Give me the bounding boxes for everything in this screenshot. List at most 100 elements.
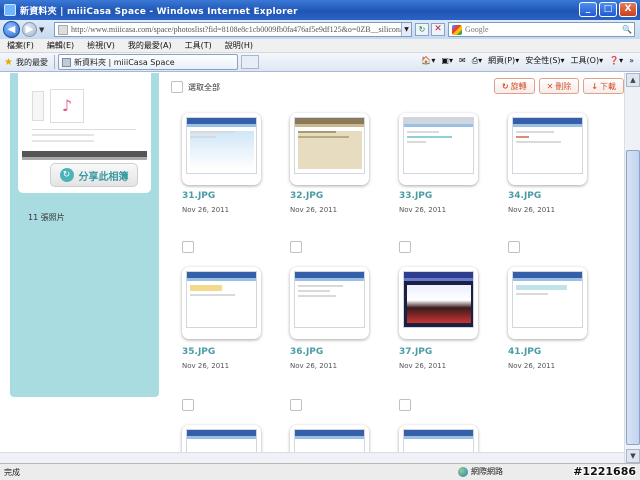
photo-date: Nov 26, 2011 bbox=[182, 362, 230, 370]
photo-thumbnail[interactable] bbox=[290, 267, 369, 339]
album-preview-card: ♪ ↻ 分享此相簿 bbox=[18, 73, 151, 193]
page-menu[interactable]: 網頁(P) ▾ bbox=[488, 55, 519, 66]
close-button[interactable]: X bbox=[619, 2, 637, 17]
select-all-label: 選取全部 bbox=[188, 82, 220, 92]
rotate-label: 旋轉 bbox=[510, 81, 527, 91]
photo-checkbox[interactable] bbox=[182, 241, 194, 253]
favorites-star-icon[interactable]: ★ bbox=[4, 57, 13, 68]
address-bar[interactable]: http://www.miiicasa.com/space/photoslist… bbox=[54, 22, 412, 37]
photo-filename[interactable]: 31.JPG bbox=[182, 191, 215, 201]
photo-thumbnail[interactable] bbox=[508, 113, 587, 185]
print-icon[interactable]: ⎙▾ bbox=[472, 56, 482, 66]
page-icon bbox=[58, 24, 68, 35]
menu-file[interactable]: 檔案(F) bbox=[0, 40, 40, 51]
photo-checkbox[interactable] bbox=[182, 399, 194, 411]
back-arrow-icon[interactable]: ◀ bbox=[3, 21, 20, 38]
rotate-icon: ↻ bbox=[501, 81, 509, 91]
scrollbar-thumb[interactable] bbox=[626, 150, 640, 445]
share-album-button[interactable]: ↻ 分享此相簿 bbox=[50, 163, 138, 187]
forward-arrow-icon[interactable]: ▶ bbox=[22, 22, 37, 37]
favorites-bar: ★ 我的最愛 新資料夾 | miiiCasa Space 🏠▾ ▣▾ ✉ ⎙▾ … bbox=[0, 53, 640, 72]
minimize-button[interactable]: _ bbox=[579, 2, 597, 17]
photo-thumbnail[interactable] bbox=[399, 267, 478, 339]
search-input[interactable] bbox=[465, 25, 615, 34]
photo-date: Nov 26, 2011 bbox=[399, 362, 447, 370]
photo-actions: ↻ 旋轉 ✕ 刪除 ↓ 下載 bbox=[490, 78, 624, 94]
delete-label: 刪除 bbox=[555, 81, 572, 91]
favorites-label[interactable]: 我的最愛 bbox=[16, 57, 48, 68]
scroll-down-icon[interactable]: ▼ bbox=[626, 449, 640, 463]
address-toolbar: ◀ ▶ ▼ http://www.miiicasa.com/space/phot… bbox=[0, 20, 640, 39]
tools-menu-label: 工具(O) bbox=[570, 56, 600, 65]
divider bbox=[53, 55, 55, 69]
new-tab-button[interactable] bbox=[240, 55, 259, 69]
select-all-checkbox[interactable] bbox=[171, 81, 183, 93]
vertical-scrollbar[interactable]: ▲ ▼ bbox=[624, 73, 640, 463]
photo-count: 11 張照片 bbox=[28, 213, 65, 222]
search-icon[interactable]: 🔍 bbox=[621, 24, 633, 35]
tools-menu[interactable]: 工具(O) ▾ bbox=[571, 55, 604, 66]
preview-lines bbox=[32, 129, 136, 147]
history-dropdown-icon[interactable]: ▼ bbox=[39, 26, 44, 34]
safety-menu[interactable]: 安全性(S) ▾ bbox=[525, 55, 564, 66]
menu-help[interactable]: 說明(H) bbox=[218, 40, 259, 51]
rotate-button[interactable]: ↻ 旋轉 bbox=[493, 78, 535, 94]
photo-thumbnail[interactable] bbox=[182, 113, 261, 185]
share-icon: ↻ bbox=[59, 168, 74, 182]
chevron-right-icon[interactable]: » bbox=[629, 56, 634, 65]
menu-view[interactable]: 檢視(V) bbox=[80, 40, 121, 51]
help-icon[interactable]: ❓▾ bbox=[609, 56, 623, 65]
address-url[interactable]: http://www.miiicasa.com/space/photoslist… bbox=[71, 25, 401, 34]
stop-icon[interactable]: ✕ bbox=[431, 23, 445, 36]
photo-date: Nov 26, 2011 bbox=[508, 206, 556, 214]
photo-checkbox[interactable] bbox=[399, 399, 411, 411]
download-icon: ↓ bbox=[591, 81, 598, 91]
photo-checkbox[interactable] bbox=[290, 399, 302, 411]
security-zone[interactable]: 網際網路 bbox=[458, 466, 503, 477]
google-icon bbox=[452, 24, 462, 35]
preview-bar-secondary bbox=[22, 157, 147, 160]
ie-window: 新資料夾 | miiiCasa Space - Windows Internet… bbox=[0, 0, 640, 480]
menu-tools[interactable]: 工具(T) bbox=[178, 40, 218, 51]
scroll-up-icon[interactable]: ▲ bbox=[626, 73, 640, 87]
tab-page-icon bbox=[61, 57, 71, 67]
photo-date: Nov 26, 2011 bbox=[182, 206, 230, 214]
page-content: ♪ ↻ 分享此相簿 11 張照片 選取全部 ↻ 旋轉 ✕ 刪除 ↓ 下載 31.… bbox=[0, 73, 624, 463]
sidebar-panel: ♪ ↻ 分享此相簿 11 張照片 bbox=[10, 73, 159, 397]
photo-date: Nov 26, 2011 bbox=[290, 206, 338, 214]
address-dropdown-icon[interactable]: ▼ bbox=[401, 23, 411, 36]
zone-label: 網際網路 bbox=[471, 467, 503, 476]
select-all[interactable]: 選取全部 bbox=[171, 81, 220, 93]
photo-thumbnail[interactable] bbox=[508, 267, 587, 339]
menu-edit[interactable]: 編輯(E) bbox=[40, 40, 80, 51]
photo-filename[interactable]: 41.JPG bbox=[508, 347, 541, 357]
mail-icon[interactable]: ✉ bbox=[459, 56, 466, 65]
photo-thumbnail[interactable] bbox=[182, 267, 261, 339]
feeds-icon[interactable]: ▣▾ bbox=[441, 56, 453, 65]
horizontal-scrollbar[interactable] bbox=[0, 452, 624, 463]
photo-filename[interactable]: 35.JPG bbox=[182, 347, 215, 357]
share-album-label: 分享此相簿 bbox=[78, 171, 129, 183]
window-title: 新資料夾 | miiiCasa Space - Windows Internet… bbox=[20, 6, 298, 17]
photo-thumbnail[interactable] bbox=[290, 113, 369, 185]
download-button[interactable]: ↓ 下載 bbox=[583, 78, 624, 94]
photo-checkbox[interactable] bbox=[290, 241, 302, 253]
photo-filename[interactable]: 37.JPG bbox=[399, 347, 432, 357]
home-icon[interactable]: 🏠▾ bbox=[421, 56, 435, 65]
tab-active[interactable]: 新資料夾 | miiiCasa Space bbox=[57, 54, 238, 70]
menu-favorites[interactable]: 我的最愛(A) bbox=[121, 40, 178, 51]
search-box[interactable]: 🔍 bbox=[448, 22, 635, 37]
ie-app-icon bbox=[4, 4, 16, 16]
photo-checkbox[interactable] bbox=[508, 241, 520, 253]
photo-checkbox[interactable] bbox=[399, 241, 411, 253]
delete-button[interactable]: ✕ 刪除 bbox=[538, 78, 580, 94]
refresh-icon[interactable]: ↻ bbox=[415, 23, 429, 36]
photo-filename[interactable]: 34.JPG bbox=[508, 191, 541, 201]
page-menu-label: 網頁(P) bbox=[488, 56, 516, 65]
photo-filename[interactable]: 33.JPG bbox=[399, 191, 432, 201]
maximize-button[interactable]: □ bbox=[599, 2, 617, 17]
photo-filename[interactable]: 32.JPG bbox=[290, 191, 323, 201]
photo-date: Nov 26, 2011 bbox=[290, 362, 338, 370]
photo-filename[interactable]: 36.JPG bbox=[290, 347, 323, 357]
photo-thumbnail[interactable] bbox=[399, 113, 478, 185]
